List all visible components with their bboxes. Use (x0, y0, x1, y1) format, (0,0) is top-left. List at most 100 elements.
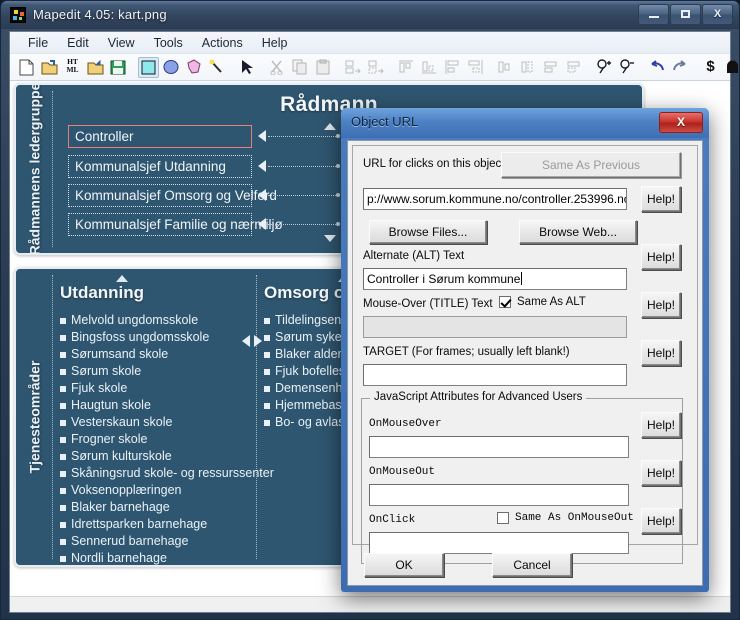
window-title: Mapedit 4.05: kart.png (33, 7, 167, 22)
onclick-label: OnClick (369, 514, 416, 526)
align-top-icon[interactable] (396, 57, 417, 78)
close-button[interactable]: X (702, 4, 733, 25)
title-text-input (363, 316, 627, 338)
ok-button[interactable]: OK (364, 553, 444, 577)
browse-files-button[interactable]: Browse Files... (369, 220, 487, 244)
horizontal-scrollbar[interactable] (10, 596, 730, 612)
hotspot-controller[interactable]: Controller (68, 125, 252, 148)
url-input[interactable]: p://www.sorum.kommune.no/controller.2539… (363, 188, 627, 210)
help-button-target[interactable]: Help! (641, 340, 681, 366)
dollar-icon[interactable]: $ (700, 57, 721, 78)
window-controls: X (637, 4, 733, 25)
circle-tool-icon[interactable] (161, 57, 182, 78)
align-right-icon[interactable] (465, 57, 486, 78)
list-item[interactable]: Sørum kulturskole (60, 449, 172, 463)
column-heading-utdanning: Utdanning (60, 283, 145, 302)
list-item[interactable]: Sørumsand skole (60, 347, 168, 361)
align-bottom-icon[interactable] (419, 57, 440, 78)
menu-actions[interactable]: Actions (193, 34, 252, 52)
same-as-alt-checkbox-row: Same As ALT (499, 296, 586, 308)
open-image-icon[interactable] (85, 57, 106, 78)
same-as-onmouseout-checkbox-row: Same As OnMouseOut (497, 512, 634, 524)
help-button-onclick[interactable]: Help! (641, 508, 681, 534)
same-as-alt-label: Same As ALT (517, 296, 586, 308)
dialog-title: Object URL (351, 114, 419, 129)
polygon-tool-icon[interactable] (184, 57, 205, 78)
select-arrow-tool-icon[interactable] (237, 57, 258, 78)
onmouseover-input[interactable] (369, 436, 629, 458)
list-item[interactable]: Bingsfoss ungdomsskole (60, 330, 209, 344)
help-button-alt[interactable]: Help! (641, 244, 681, 270)
same-as-previous-button[interactable]: Same As Previous (501, 152, 681, 178)
list-item[interactable]: Vesterskaun skole (60, 415, 172, 429)
paste-icon[interactable] (313, 57, 334, 78)
menu-tools[interactable]: Tools (145, 34, 192, 52)
list-item[interactable]: Frogner skole (60, 432, 147, 446)
zoom-out-icon[interactable] (617, 57, 638, 78)
target-label: TARGET (For frames; usually left blank!) (363, 346, 570, 358)
redo-icon[interactable] (670, 57, 691, 78)
cancel-button[interactable]: Cancel (492, 553, 572, 577)
title-text-label: Mouse-Over (TITLE) Text (363, 298, 493, 310)
alt-text-input[interactable]: Controller i Sørum kommune (363, 268, 627, 290)
list-item[interactable]: Haugtun skole (60, 398, 151, 412)
list-item[interactable]: Skåningsrud skole- og ressurssenter (60, 466, 274, 480)
save-icon[interactable] (108, 57, 129, 78)
copy-icon[interactable] (290, 57, 311, 78)
text-caret (521, 272, 523, 285)
list-item[interactable]: Sørum skole (60, 364, 141, 378)
menu-view[interactable]: View (99, 34, 144, 52)
browse-web-button[interactable]: Browse Web... (519, 220, 637, 244)
target-input[interactable] (363, 364, 627, 386)
distribute-horizontal-icon[interactable] (495, 57, 516, 78)
send-backward-icon[interactable] (366, 57, 387, 78)
onclick-input[interactable] (369, 532, 629, 554)
map-bottom-vertical-label: Tjenesteområder (26, 360, 43, 474)
hotspot-kommunalsjef-omsorg-velferd[interactable]: Kommunalsjef Omsorg og Velferd (68, 184, 277, 207)
zoom-in-icon[interactable] (594, 57, 615, 78)
new-file-icon[interactable] (16, 57, 37, 78)
dialog-close-button[interactable]: X (659, 112, 703, 133)
dialog-body: URL for clicks on this object: Same As P… (347, 140, 703, 586)
onmouseout-label: OnMouseOut (369, 466, 436, 478)
list-item[interactable]: Sennerud barnehage (60, 534, 188, 548)
same-width-icon[interactable] (541, 57, 562, 78)
html-icon[interactable]: HT ML (62, 57, 83, 78)
alt-text-label: Alternate (ALT) Text (363, 250, 465, 262)
map-top-vertical-label: Rådmannens ledergruppe (26, 83, 43, 255)
list-item[interactable]: Fjuk skole (60, 381, 127, 395)
help-button-onmouseover[interactable]: Help! (641, 412, 681, 438)
hotspot-kommunalsjef-utdanning[interactable]: Kommunalsjef Utdanning (68, 155, 252, 178)
menu-edit[interactable]: Edit (58, 34, 98, 52)
same-as-alt-checkbox[interactable] (499, 296, 511, 308)
same-as-onmouseout-checkbox[interactable] (497, 512, 509, 524)
rectangle-tool-icon[interactable] (138, 56, 159, 78)
undo-icon[interactable] (647, 57, 668, 78)
help-button-title[interactable]: Help! (641, 292, 681, 318)
list-item[interactable]: Idrettsparken barnehage (60, 517, 207, 531)
window-titlebar: Mapedit 4.05: kart.png X (1, 1, 739, 29)
menu-file[interactable]: File (19, 34, 57, 52)
hotspot-kommunalsjef-familie-naermiljo[interactable]: Kommunalsjef Familie og nærmiljø (68, 213, 283, 236)
alt-text-value: Controller i Sørum kommune (367, 272, 521, 286)
cut-icon[interactable] (267, 57, 288, 78)
help-button-onmouseout[interactable]: Help! (641, 460, 681, 486)
dialog-inner-frame: URL for clicks on this object: Same As P… (352, 145, 698, 564)
list-item[interactable]: Blaker barnehage (60, 500, 170, 514)
help-button-url[interactable]: Help! (641, 186, 681, 212)
line-tool-icon[interactable] (207, 57, 228, 78)
onmouseover-label: OnMouseOver (369, 418, 442, 430)
same-height-icon[interactable] (564, 57, 585, 78)
list-item[interactable]: Voksenopplæringen (60, 483, 182, 497)
send-to-back-icon[interactable] (343, 57, 364, 78)
list-item[interactable]: Nordli barnehage (60, 551, 167, 565)
minimize-button[interactable] (638, 4, 669, 25)
menu-help[interactable]: Help (253, 34, 297, 52)
onmouseout-input[interactable] (369, 484, 629, 506)
maximize-button[interactable] (670, 4, 701, 25)
align-left-icon[interactable] (442, 57, 463, 78)
bell-icon[interactable] (723, 57, 740, 78)
distribute-vertical-icon[interactable] (518, 57, 539, 78)
list-item[interactable]: Melvold ungdomsskole (60, 313, 198, 327)
open-folder-icon[interactable] (39, 57, 60, 78)
